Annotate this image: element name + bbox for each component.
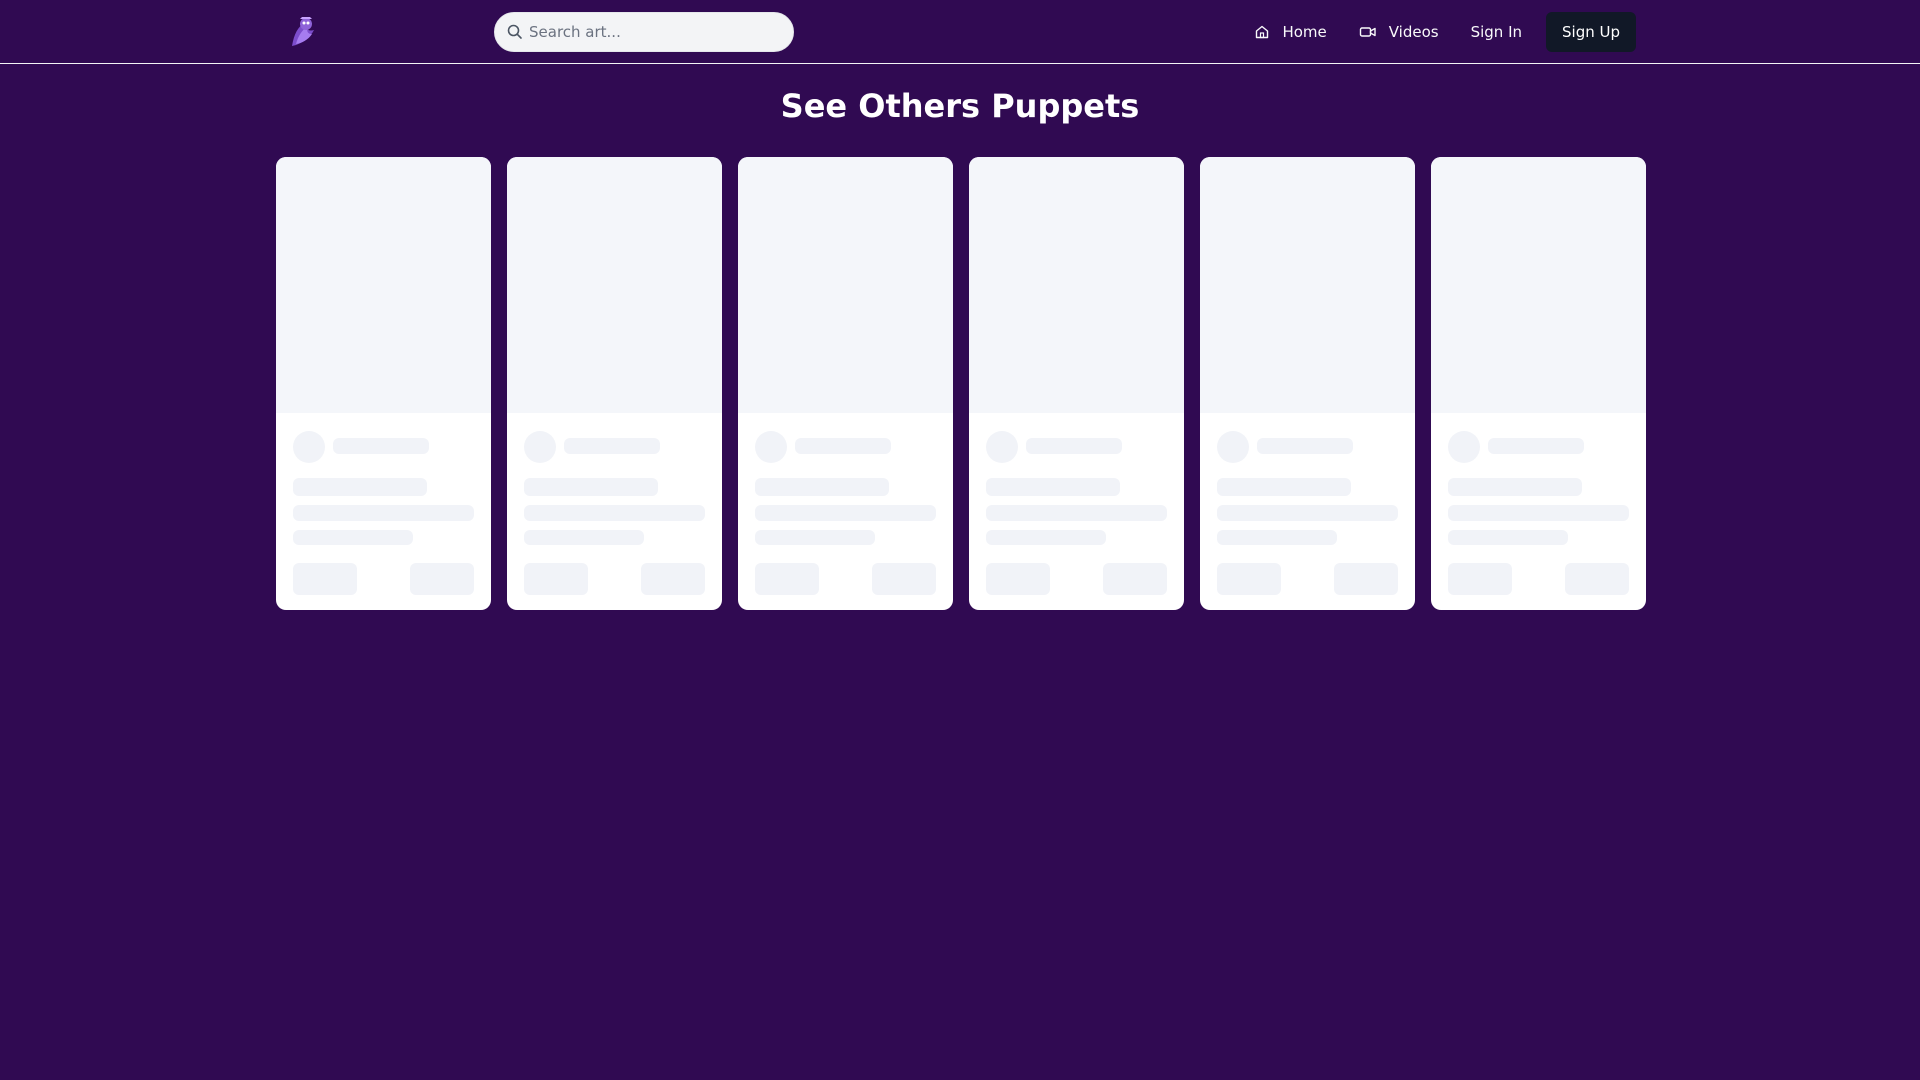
- search-bar: [494, 12, 794, 52]
- avatar-placeholder: [986, 431, 1018, 463]
- top-navbar: Home Videos Sign In Sign Up: [0, 0, 1920, 64]
- title-placeholder: [1448, 478, 1582, 496]
- sign-in-link[interactable]: Sign In: [1455, 12, 1538, 52]
- nav-home-link[interactable]: Home: [1238, 12, 1342, 52]
- sign-up-label: Sign Up: [1562, 23, 1620, 41]
- author-name-placeholder: [333, 438, 429, 454]
- sign-in-label: Sign In: [1470, 23, 1522, 41]
- action-button-placeholder: [524, 563, 588, 595]
- puppet-card-skeleton[interactable]: [738, 157, 953, 610]
- avatar-placeholder: [524, 431, 556, 463]
- title-placeholder: [755, 478, 889, 496]
- title-placeholder: [986, 478, 1120, 496]
- action-button-placeholder: [986, 563, 1050, 595]
- title-placeholder: [524, 478, 658, 496]
- description-line-placeholder: [986, 530, 1106, 545]
- puppet-card-skeleton[interactable]: [1431, 157, 1646, 610]
- description-line-placeholder: [293, 505, 474, 521]
- card-image-placeholder: [276, 157, 491, 413]
- author-name-placeholder: [795, 438, 891, 454]
- puppet-card-skeleton[interactable]: [507, 157, 722, 610]
- puppet-logo-icon[interactable]: [284, 14, 320, 50]
- card-image-placeholder: [1200, 157, 1415, 413]
- author-name-placeholder: [1257, 438, 1353, 454]
- description-line-placeholder: [1448, 505, 1629, 521]
- avatar-placeholder: [1448, 431, 1480, 463]
- card-image-placeholder: [738, 157, 953, 413]
- nav-videos-label: Videos: [1388, 23, 1439, 41]
- nav-videos-link[interactable]: Videos: [1343, 12, 1455, 52]
- description-line-placeholder: [1217, 505, 1398, 521]
- puppet-card-skeleton[interactable]: [969, 157, 1184, 610]
- author-name-placeholder: [1026, 438, 1122, 454]
- action-button-placeholder: [641, 563, 705, 595]
- description-line-placeholder: [1217, 530, 1337, 545]
- search-input[interactable]: [527, 13, 787, 51]
- nav-links: Home Videos Sign In Sign Up: [1238, 12, 1636, 52]
- action-button-placeholder: [1103, 563, 1167, 595]
- search-icon: [507, 24, 522, 39]
- description-line-placeholder: [755, 505, 936, 521]
- avatar-placeholder: [755, 431, 787, 463]
- description-line-placeholder: [755, 530, 875, 545]
- page-title: See Others Puppets: [780, 87, 1140, 125]
- action-button-placeholder: [755, 563, 819, 595]
- title-placeholder: [1217, 478, 1351, 496]
- title-placeholder: [293, 478, 427, 496]
- card-image-placeholder: [1431, 157, 1646, 413]
- action-button-placeholder: [293, 563, 357, 595]
- puppet-card-skeleton[interactable]: [1200, 157, 1415, 610]
- description-line-placeholder: [1448, 530, 1568, 545]
- sign-up-button[interactable]: Sign Up: [1546, 12, 1636, 52]
- avatar-placeholder: [293, 431, 325, 463]
- action-button-placeholder: [1565, 563, 1629, 595]
- action-button-placeholder: [1334, 563, 1398, 595]
- card-image-placeholder: [969, 157, 1184, 413]
- card-image-placeholder: [507, 157, 722, 413]
- description-line-placeholder: [986, 505, 1167, 521]
- avatar-placeholder: [1217, 431, 1249, 463]
- puppet-card-skeleton[interactable]: [276, 157, 491, 610]
- video-camera-icon: [1359, 27, 1376, 37]
- action-button-placeholder: [410, 563, 474, 595]
- puppet-card-grid: [276, 157, 1646, 610]
- description-line-placeholder: [524, 505, 705, 521]
- description-line-placeholder: [293, 530, 413, 545]
- description-line-placeholder: [524, 530, 644, 545]
- action-button-placeholder: [1217, 563, 1281, 595]
- nav-home-label: Home: [1282, 23, 1327, 41]
- author-name-placeholder: [564, 438, 660, 454]
- home-icon: [1256, 25, 1269, 39]
- action-button-placeholder: [1448, 563, 1512, 595]
- action-button-placeholder: [872, 563, 936, 595]
- author-name-placeholder: [1488, 438, 1584, 454]
